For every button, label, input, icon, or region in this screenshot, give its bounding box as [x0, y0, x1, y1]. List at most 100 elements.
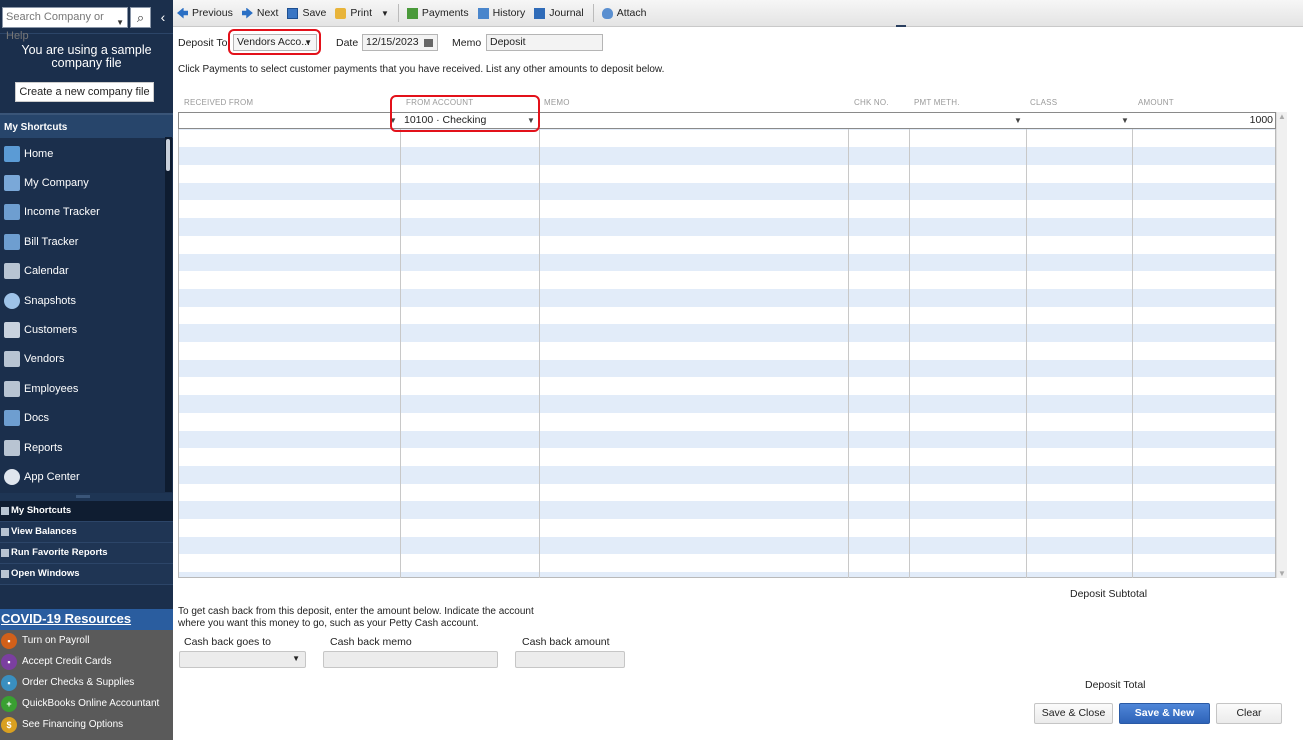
table-row[interactable]	[179, 342, 1275, 360]
table-row[interactable]	[179, 147, 1275, 166]
sidebar-item-employees[interactable]: Employees	[0, 374, 163, 403]
sidebar-item-calendar[interactable]: Calendar	[0, 257, 163, 286]
class-dropdown-icon[interactable]: ▼	[1121, 116, 1129, 125]
table-row[interactable]	[179, 501, 1275, 520]
scroll-down-icon[interactable]: ▼	[1278, 569, 1286, 578]
memo-cell[interactable]	[542, 113, 847, 128]
column-header-memo[interactable]: MEMO	[544, 98, 570, 107]
sidebar-item-docs[interactable]: Docs	[0, 404, 163, 433]
scroll-up-icon[interactable]: ▲	[1278, 112, 1286, 121]
journal-button[interactable]: Journal	[534, 7, 584, 19]
date-field[interactable]: 12/15/2023	[362, 34, 438, 51]
covid-resources-link[interactable]: COVID-19 Resources	[0, 609, 173, 630]
table-row[interactable]	[179, 201, 1275, 219]
section-my-shortcuts[interactable]: My Shortcuts	[0, 501, 173, 522]
save-icon	[287, 7, 299, 19]
class-cell[interactable]	[1029, 113, 1131, 128]
table-row[interactable]	[179, 271, 1275, 289]
section-run-favorite-reports[interactable]: Run Favorite Reports	[0, 543, 173, 564]
section-open-windows[interactable]: Open Windows	[0, 564, 173, 585]
table-row[interactable]	[179, 182, 1275, 201]
table-row[interactable]	[179, 218, 1275, 236]
sidebar-item-home[interactable]: Home	[0, 139, 163, 168]
history-button[interactable]: History	[477, 7, 525, 19]
sidebar-scrollbar[interactable]	[165, 137, 172, 492]
table-row[interactable]	[179, 324, 1275, 343]
cashback-amount-label: Cash back amount	[522, 636, 610, 648]
table-row[interactable]	[179, 165, 1275, 183]
received-from-cell[interactable]	[181, 113, 399, 128]
toolbar-divider	[397, 4, 399, 22]
table-row[interactable]: ▼ 10100 · Checking ▼ ▼ ▼ 1000	[178, 112, 1276, 129]
sidebar-item-income-tracker[interactable]: Income Tracker	[0, 198, 163, 227]
sidebar-item-my-company[interactable]: My Company	[0, 168, 163, 197]
left-icon-bar: Search Company or Help ▼ ⌕ ‹ You are usin…	[0, 0, 173, 740]
print-button[interactable]: Print ▼	[335, 7, 389, 19]
save-close-button[interactable]: Save & Close	[1034, 703, 1113, 724]
save-new-button[interactable]: Save & New	[1119, 703, 1210, 724]
column-header-chk-no[interactable]: CHK NO.	[854, 98, 889, 107]
sidebar-item-reports[interactable]: Reports	[0, 433, 163, 462]
table-row[interactable]	[179, 413, 1275, 431]
table-row[interactable]	[179, 395, 1275, 413]
pmt-meth-cell[interactable]	[911, 113, 1023, 128]
grid-scrollbar[interactable]: ▲ ▼	[1276, 112, 1287, 578]
table-row[interactable]	[179, 448, 1275, 466]
table-row[interactable]	[179, 555, 1275, 573]
table-row[interactable]	[179, 359, 1275, 378]
table-row[interactable]	[179, 253, 1275, 272]
sidebar-item-label: Docs	[24, 412, 50, 425]
date-label: Date	[336, 37, 359, 49]
table-row[interactable]	[179, 430, 1275, 449]
resize-grip[interactable]	[0, 493, 173, 501]
cashback-account-dropdown[interactable]: ▼	[179, 651, 306, 668]
next-button[interactable]: Next	[241, 7, 278, 19]
search-icon[interactable]: ⌕	[130, 7, 151, 28]
calendar-icon[interactable]	[424, 39, 433, 47]
sidebar-item-customers[interactable]: Customers	[0, 315, 163, 344]
cashback-memo-input[interactable]	[323, 651, 498, 668]
sidebar-item-bill-tracker[interactable]: Bill Tracker	[0, 227, 163, 256]
promo-accept-credit-cards[interactable]: ▪ Accept Credit Cards	[0, 651, 173, 672]
table-row[interactable]	[179, 307, 1275, 325]
amount-cell[interactable]: 1000	[1135, 113, 1275, 128]
chk-no-cell[interactable]	[851, 113, 907, 128]
sidebar-item-vendors[interactable]: Vendors	[0, 345, 163, 374]
previous-button[interactable]: Previous	[177, 7, 233, 19]
promo-order-checks-supplies[interactable]: ▪ Order Checks & Supplies	[0, 672, 173, 693]
collapse-sidebar-icon[interactable]: ‹	[155, 7, 171, 28]
section-view-balances[interactable]: View Balances	[0, 522, 173, 543]
payments-button[interactable]: Payments	[406, 7, 469, 19]
table-row[interactable]	[179, 484, 1275, 502]
search-dropdown-icon[interactable]: ▼	[116, 13, 124, 32]
search-company-input[interactable]: Search Company or Help ▼	[2, 7, 128, 42]
table-row[interactable]	[179, 236, 1275, 254]
table-row[interactable]	[179, 466, 1275, 484]
table-row[interactable]	[179, 378, 1275, 396]
table-row[interactable]	[179, 536, 1275, 555]
scroll-thumb[interactable]	[166, 139, 170, 171]
promo-quickbooks-online-accountant[interactable]: + QuickBooks Online Accountant	[0, 693, 173, 714]
table-row[interactable]	[179, 289, 1275, 307]
promo-turn-on-payroll[interactable]: ▪ Turn on Payroll	[0, 630, 173, 651]
print-dropdown-icon[interactable]: ▼	[381, 9, 389, 18]
attach-button[interactable]: Attach	[601, 7, 647, 19]
column-header-class[interactable]: CLASS	[1030, 98, 1057, 107]
sidebar-item-snapshots[interactable]: Snapshots	[0, 286, 163, 315]
table-row[interactable]	[179, 572, 1275, 577]
arrow-left-icon	[177, 7, 188, 19]
promo-see-financing-options[interactable]: $ See Financing Options	[0, 714, 173, 735]
cashback-amount-input[interactable]	[515, 651, 625, 668]
table-row[interactable]	[179, 130, 1275, 148]
sidebar-item-app-center[interactable]: App Center	[0, 462, 163, 491]
memo-field[interactable]: Deposit	[486, 34, 603, 51]
sample-company-message: You are using a sample company file	[21, 43, 152, 70]
column-header-received-from[interactable]: RECEIVED FROM	[184, 98, 253, 107]
table-row[interactable]	[179, 519, 1275, 537]
clear-button[interactable]: Clear	[1216, 703, 1282, 724]
save-button[interactable]: Save	[287, 7, 326, 19]
pmt-meth-dropdown-icon[interactable]: ▼	[1014, 116, 1022, 125]
column-header-pmt-meth[interactable]: PMT METH.	[914, 98, 960, 107]
create-company-button[interactable]: Create a new company file	[15, 82, 154, 102]
column-header-amount[interactable]: AMOUNT	[1138, 98, 1174, 107]
